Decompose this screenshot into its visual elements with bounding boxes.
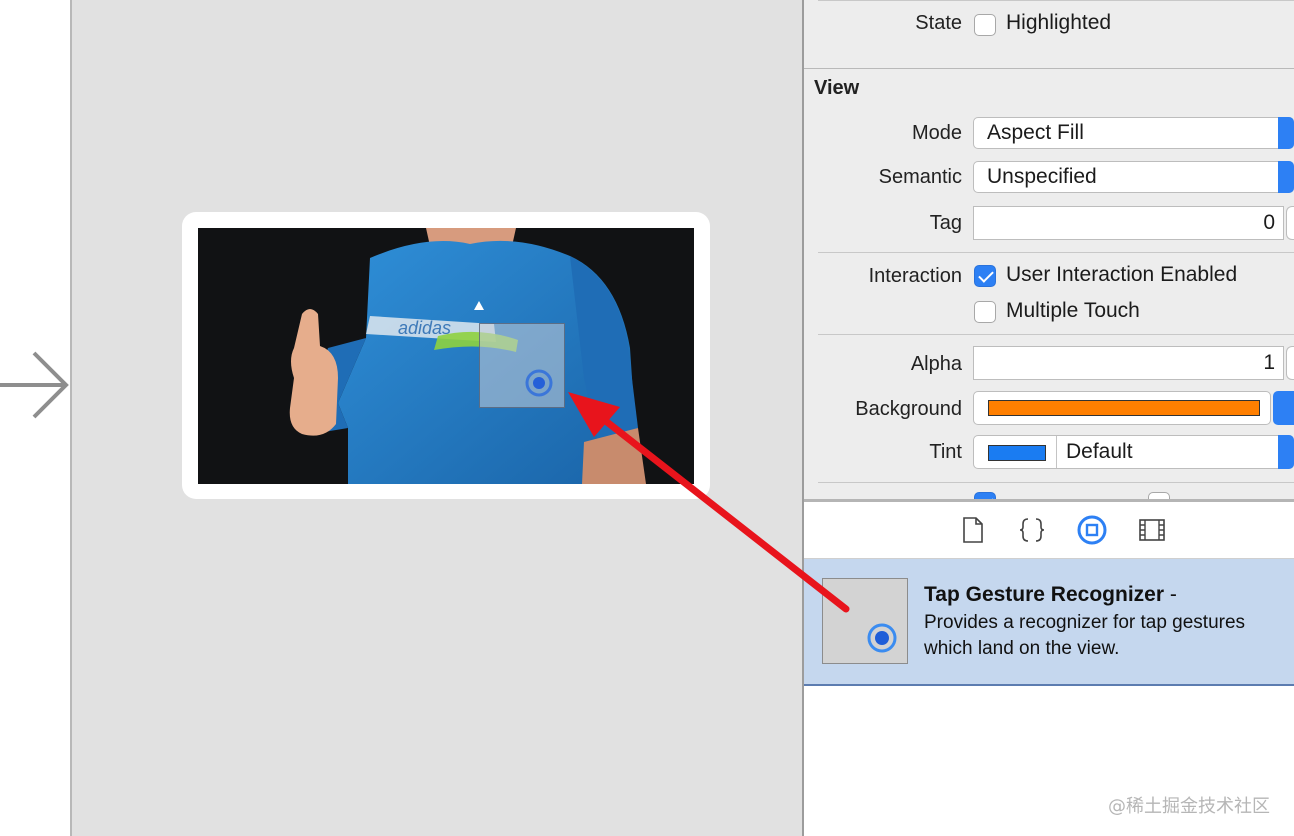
library-item-dash: -: [1169, 583, 1177, 606]
alpha-value: 1: [1263, 351, 1275, 374]
popup-arrows-icon: [1278, 117, 1294, 149]
library-item-title: Tap Gesture Recognizer: [924, 583, 1165, 606]
background-popup-arrows-icon[interactable]: [1273, 391, 1294, 425]
tint-divider: [1056, 436, 1057, 468]
highlighted-checkbox[interactable]: [974, 14, 996, 36]
alpha-stepper[interactable]: [1286, 346, 1294, 380]
gesture-target-icon: [525, 369, 553, 397]
user-interaction-checkbox[interactable]: [974, 265, 996, 287]
tag-field[interactable]: 0: [973, 206, 1284, 240]
media-icon[interactable]: [1138, 518, 1166, 542]
semantic-value: Unspecified: [987, 165, 1097, 188]
separator: [818, 252, 1294, 253]
file-icon[interactable]: [960, 516, 986, 544]
tint-popup[interactable]: Default: [973, 435, 1294, 469]
section-divider: [804, 68, 1294, 69]
drag-arrow-annotation: [568, 392, 850, 613]
state-label: State: [915, 12, 962, 34]
multiple-touch-checkbox[interactable]: [974, 301, 996, 323]
semantic-label: Semantic: [878, 166, 962, 188]
separator: [818, 334, 1294, 335]
object-icon[interactable]: [1076, 514, 1108, 546]
library-item-title-line: Tap Gesture Recognizer -: [924, 583, 1177, 607]
attributes-inspector: State Highlighted View Mode Aspect Fill …: [804, 0, 1294, 500]
mode-popup[interactable]: Aspect Fill: [973, 117, 1294, 149]
popup-arrows-icon: [1278, 161, 1294, 193]
separator: [818, 0, 1294, 1]
alpha-label: Alpha: [910, 353, 962, 375]
tag-value: 0: [1263, 211, 1275, 234]
segue-arrow-icon[interactable]: [0, 345, 70, 425]
popup-arrows-icon: [1278, 435, 1294, 469]
highlighted-label: Highlighted: [1006, 11, 1112, 34]
library-tab-bar: [804, 502, 1294, 559]
multiple-touch-label: Multiple Touch: [1006, 299, 1140, 322]
tint-value: Default: [1066, 440, 1133, 463]
view-section-title: View: [814, 77, 860, 99]
user-interaction-label: User Interaction Enabled: [1006, 263, 1238, 286]
tag-label: Tag: [929, 212, 962, 234]
interaction-label: Interaction: [868, 265, 962, 287]
separator: [818, 482, 1294, 483]
tag-stepper[interactable]: [1286, 206, 1294, 240]
mode-value: Aspect Fill: [987, 121, 1084, 144]
shirt-logo-text: adidas: [398, 318, 451, 338]
gesture-target-icon: [867, 623, 897, 653]
watermark: @稀土掘金技术社区: [1108, 796, 1270, 817]
alpha-field[interactable]: 1: [973, 346, 1284, 380]
braces-icon[interactable]: [1018, 516, 1046, 544]
semantic-popup[interactable]: Unspecified: [973, 161, 1294, 193]
library-item-description-2: which land on the view.: [924, 638, 1120, 659]
background-color-well[interactable]: [973, 391, 1271, 425]
tint-color-swatch: [988, 445, 1046, 461]
mode-label: Mode: [911, 122, 962, 144]
background-color-swatch: [988, 400, 1260, 416]
library-item-description-1: Provides a recognizer for tap gestures: [924, 612, 1246, 633]
